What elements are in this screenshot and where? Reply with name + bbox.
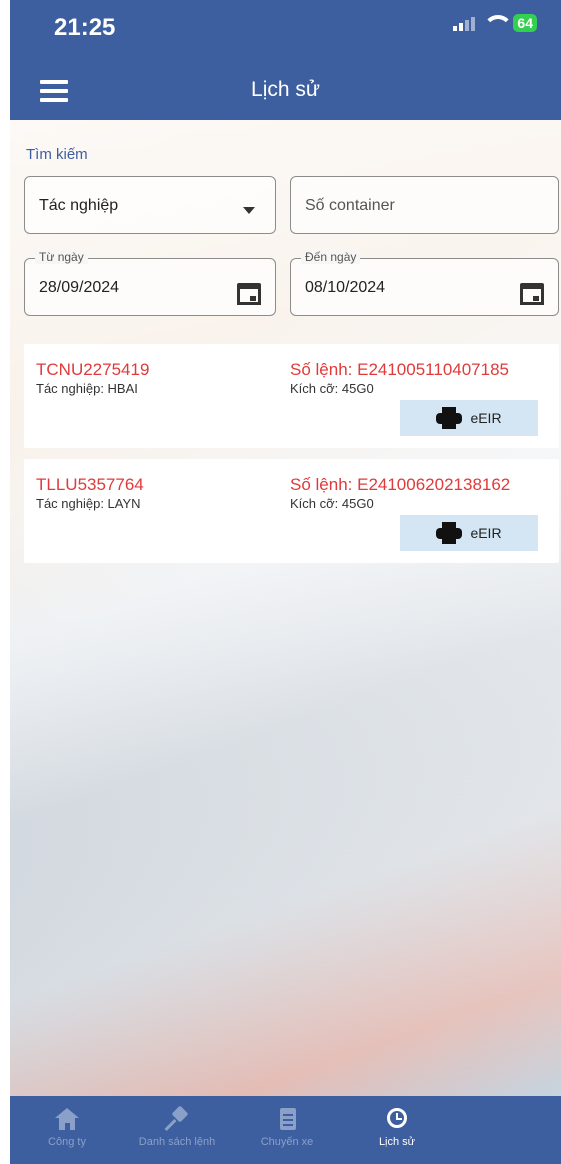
tab-label: Lịch sử <box>378 1136 416 1148</box>
container-input-placeholder: Số container <box>305 197 395 214</box>
eeir-button[interactable]: eEIR <box>400 515 538 551</box>
page-title: Lịch sử <box>251 78 320 101</box>
size-text: Kích cỡ: 45G0 <box>290 381 374 396</box>
from-date-label: Từ ngày <box>35 250 88 264</box>
to-date-value: 08/10/2024 <box>305 279 386 296</box>
container-input[interactable]: Số container <box>290 176 559 234</box>
status-icons: 64 <box>453 14 537 32</box>
order-number: Số lệnh: E241005110407185 <box>290 360 509 379</box>
order-number: Số lệnh: E241006202138162 <box>290 475 511 494</box>
container-number: TLLU5357764 <box>36 475 144 494</box>
caret-down-icon <box>243 207 255 214</box>
bottom-tab-bar: Công ty Danh sách lệnh Chuyến xe Lịch sử <box>10 1096 561 1164</box>
printer-icon <box>436 522 463 544</box>
clock-icon <box>385 1108 409 1130</box>
battery-indicator: 64 <box>513 14 537 32</box>
app-screen: 21:25 64 Lịch sử Tìm kiếm Tác nghiệp Số … <box>10 0 561 1164</box>
tab-trips[interactable]: Chuyến xe <box>232 1096 342 1164</box>
pin-icon <box>164 1105 189 1132</box>
signal-icon <box>453 15 476 31</box>
calendar-icon[interactable] <box>520 283 544 305</box>
calendar-icon[interactable] <box>237 283 261 305</box>
search-label: Tìm kiếm <box>26 146 88 163</box>
operation-text: Tác nghiệp: LAYN <box>36 496 141 511</box>
document-icon <box>275 1108 299 1130</box>
home-icon <box>55 1108 79 1130</box>
eeir-button[interactable]: eEIR <box>400 400 538 436</box>
printer-icon <box>436 407 463 429</box>
eeir-button-label: eEIR <box>470 525 502 541</box>
tab-label: Chuyến xe <box>260 1136 314 1148</box>
operation-select-value: Tác nghiệp <box>39 197 119 214</box>
tab-order-list[interactable]: Danh sách lệnh <box>122 1096 232 1164</box>
tab-company[interactable]: Công ty <box>12 1096 122 1164</box>
tab-label: Danh sách lệnh <box>138 1136 216 1148</box>
result-card[interactable]: TCNU2275419 Tác nghiệp: HBAI Số lệnh: E2… <box>24 344 559 448</box>
from-date-field[interactable]: Từ ngày 28/09/2024 <box>24 250 276 316</box>
to-date-field[interactable]: Đến ngày 08/10/2024 <box>290 250 559 316</box>
container-number: TCNU2275419 <box>36 360 150 379</box>
from-date-value: 28/09/2024 <box>39 279 120 296</box>
wifi-icon <box>483 15 514 31</box>
size-text: Kích cỡ: 45G0 <box>290 496 374 511</box>
status-time: 21:25 <box>54 14 116 41</box>
operation-select[interactable]: Tác nghiệp <box>24 176 276 234</box>
result-card[interactable]: TLLU5357764 Tác nghiệp: LAYN Số lệnh: E2… <box>24 459 559 563</box>
tab-label: Công ty <box>48 1136 86 1148</box>
eeir-button-label: eEIR <box>470 410 502 426</box>
operation-text: Tác nghiệp: HBAI <box>36 381 138 396</box>
tab-history[interactable]: Lịch sử <box>342 1096 452 1164</box>
app-header: 21:25 64 Lịch sử <box>10 0 561 120</box>
to-date-label: Đến ngày <box>301 250 361 264</box>
